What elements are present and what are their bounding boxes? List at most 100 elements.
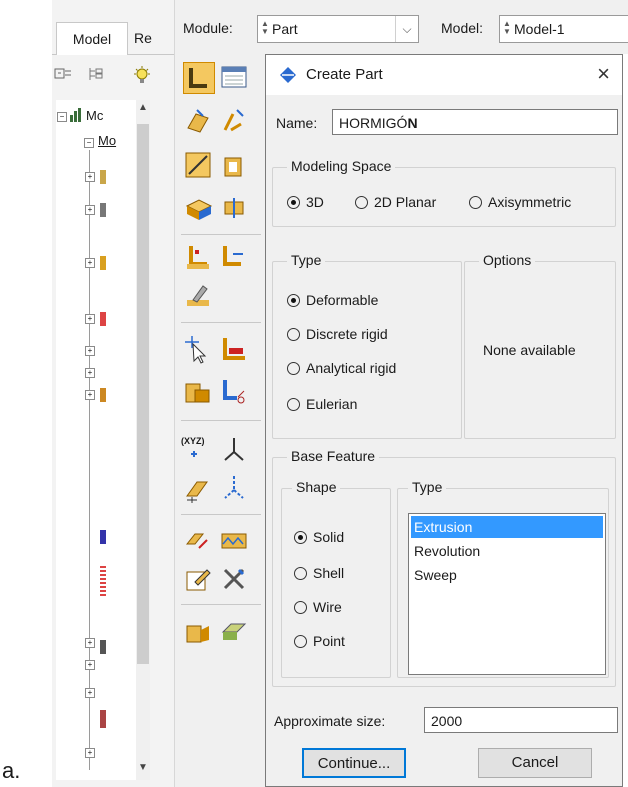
radio-dot [294,531,307,544]
radio-dot [469,196,482,209]
datum-csys-axes-icon[interactable] [219,434,249,464]
tree-expand-box[interactable]: + [85,660,95,670]
create-round-icon[interactable] [183,192,213,222]
tree-item-icon [100,312,106,326]
expand-tree-icon[interactable] [88,66,106,85]
toolbox-separator [181,604,261,605]
type-group: Type Deformable Discrete rigid Analytica… [272,252,462,439]
type-title: Type [287,252,326,268]
create-wire-icon[interactable] [183,150,213,180]
options-title: Options [479,252,536,268]
create-datum-plane-icon[interactable] [183,280,213,310]
tree-item-icon [100,256,106,270]
radio-deformable[interactable]: Deformable [287,292,378,308]
list-item[interactable]: Revolution [411,540,603,562]
tree-expand-box[interactable]: + [85,258,95,268]
tree-expand-box[interactable]: + [85,205,95,215]
module-combo[interactable]: ▲ ▼ Part ⌵ [257,15,419,43]
convert-to-precise-icon[interactable] [219,616,249,646]
list-item[interactable]: Extrusion [411,516,603,538]
radio-dot [355,196,368,209]
tree-expand-box[interactable]: + [85,688,95,698]
scroll-down-icon[interactable]: ▼ [136,762,150,780]
radio-solid[interactable]: Solid [294,529,344,545]
edit-feature-icon[interactable] [183,564,213,594]
merge-cut-instances-icon[interactable] [183,376,213,406]
approximate-size-label: Approximate size: [274,713,386,729]
part-toolbox: (XYZ) [175,54,267,787]
tree-child-collapse-box[interactable]: − [84,138,94,148]
chevron-down-icon[interactable]: ⌵ [395,16,418,42]
tree-expand-box[interactable]: + [85,314,95,324]
radio-point[interactable]: Point [294,633,345,649]
tree-expand-box[interactable]: + [85,172,95,182]
scrollbar-thumb[interactable] [137,124,149,664]
spinner-icon[interactable]: ▲ ▼ [503,20,511,36]
create-partition-icon[interactable] [219,192,249,222]
approximate-size-input[interactable]: 2000 [424,707,618,733]
spinner-icon[interactable]: ▲ ▼ [261,20,269,36]
feature-type-list[interactable]: Extrusion Revolution Sweep [408,513,606,675]
modeling-space-group: Modeling Space 3D 2D Planar Axisymmetric [272,158,616,227]
create-solid-extrude-icon[interactable] [183,106,213,136]
dialog-title: Create Part [306,66,383,83]
tree-expand-box[interactable]: + [85,390,95,400]
cancel-button[interactable]: Cancel [478,748,592,778]
tree-collapse-box[interactable]: − [57,112,67,122]
virtual-topology-icon[interactable] [219,526,249,556]
list-item[interactable]: Sweep [411,564,603,586]
scroll-up-icon[interactable]: ▲ [136,102,150,120]
radio-3d[interactable]: 3D [287,194,324,210]
radio-eulerian-label: Eulerian [306,396,358,412]
create-shell-extrude-icon[interactable] [219,106,249,136]
model-combo[interactable]: ▲ ▼ Model-1 [499,15,628,43]
create-solid-feature-icon[interactable] [183,616,213,646]
continue-button[interactable]: Continue... [302,748,406,778]
tree-expand-box[interactable]: + [85,748,95,758]
create-part-icon[interactable] [183,62,215,94]
models-icon [69,107,83,126]
part-manager-icon[interactable] [219,62,249,92]
radio-discrete-rigid[interactable]: Discrete rigid [287,326,388,342]
create-datum-axis-icon[interactable] [219,242,249,272]
collapse-tree-icon[interactable] [54,66,72,85]
cut-geometry-icon[interactable] [219,376,249,406]
radio-axisymmetric[interactable]: Axisymmetric [469,194,571,210]
close-icon[interactable]: × [597,61,610,87]
tab-model[interactable]: Model [56,22,128,55]
part-name-input[interactable]: HORMIGÓN [332,109,618,135]
radio-dot [287,362,300,375]
radio-point-label: Point [313,633,345,649]
tree-expand-box[interactable]: + [85,638,95,648]
tree-root-label[interactable]: Mc [86,108,103,123]
lightbulb-icon[interactable] [132,66,152,89]
radio-dot [287,294,300,307]
create-datum-point-icon[interactable] [183,242,213,272]
radio-eulerian[interactable]: Eulerian [287,396,357,412]
tree-scrollbar[interactable]: ▲ ▼ [136,100,150,780]
datum-axis-icon[interactable] [219,474,249,504]
create-cut-icon[interactable] [219,150,249,180]
create-shell-planar-icon[interactable] [219,334,249,364]
repair-icon[interactable] [183,526,213,556]
radio-analytical-rigid[interactable]: Analytical rigid [287,360,396,376]
radio-discrete-rigid-label: Discrete rigid [306,326,388,342]
radio-shell[interactable]: Shell [294,565,344,581]
radio-dot [287,398,300,411]
dialog-titlebar[interactable]: Create Part × [266,55,622,95]
feature-manager-tools-icon[interactable] [219,564,249,594]
part-name-text: HORMIGÓ [339,115,408,131]
query-pick-icon[interactable] [183,334,213,364]
toolbox-separator [181,420,261,421]
modeling-space-title: Modeling Space [287,158,396,174]
radio-wire[interactable]: Wire [294,599,342,615]
tab-results[interactable]: Re [134,22,174,54]
tree-expand-box[interactable]: + [85,346,95,356]
tree-expand-box[interactable]: + [85,368,95,378]
options-none-available: None available [483,342,576,358]
create-datum-plane-offset-icon[interactable] [183,474,213,504]
tree-item-icon [100,640,106,654]
create-datum-csys-icon[interactable]: (XYZ) [181,434,211,464]
tree-model-label[interactable]: Mo [98,133,116,148]
radio-2d-planar[interactable]: 2D Planar [355,194,436,210]
